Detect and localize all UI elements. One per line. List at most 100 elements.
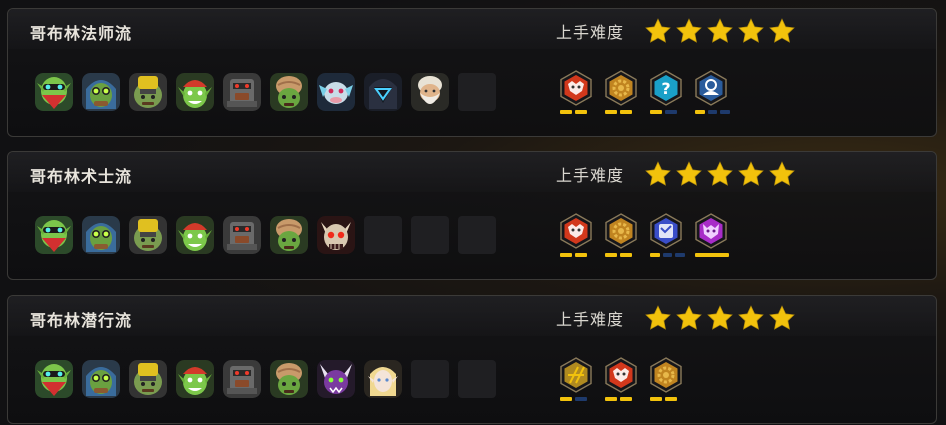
hero-portrait-goblin-helmet[interactable] [129,360,167,398]
hero-portrait-ice-dragon[interactable] [317,73,355,111]
trait-gear-trait[interactable] [602,212,640,257]
trait-goblin-trait[interactable] [557,69,595,114]
hero-portrait-goblin-helmet[interactable] [129,216,167,254]
hero-portrait-horned-skull[interactable] [317,216,355,254]
warlock-trait-icon [650,213,682,249]
trait-gear-trait[interactable] [647,356,685,401]
goblin-trait-icon [605,357,637,393]
trait-level-bar [560,397,572,401]
trait-level-bars [602,253,640,257]
hero-portrait-purple-beast[interactable] [317,360,355,398]
trait-level-bar [662,253,673,257]
difficulty-label: 上手难度 [556,23,625,42]
trait-warlock-trait[interactable] [647,212,686,257]
trait-level-bars [647,397,685,401]
hero-portrait-blonde-elf[interactable] [364,360,402,398]
empty-hero-slot [411,216,449,254]
star-icon [676,161,702,186]
trait-level-bars [557,397,595,401]
hero-lineup [35,73,496,111]
hero-portrait-goblin-bandana[interactable] [35,216,73,254]
star-icon [645,161,671,186]
comp-title: 哥布林法师流 [30,24,133,43]
trait-level-bars [647,110,685,114]
hero-portrait-goblin-bandana[interactable] [35,360,73,398]
star-icon [707,305,733,330]
trait-level-bar [665,397,677,401]
hero-portrait-goblin-helmet[interactable] [129,73,167,111]
hero-portrait-goblin-mech[interactable] [223,216,261,254]
trait-level-bar [605,253,617,257]
trait-level-bar [560,253,572,257]
trait-level-bar [575,110,587,114]
empty-hero-slot [411,360,449,398]
hero-portrait-goblin-goggles-hood[interactable] [82,73,120,111]
hero-lineup [35,216,496,254]
hero-portrait-goblin-turban[interactable] [270,360,308,398]
assassin-trait-icon [560,357,592,393]
trait-level-bar [650,397,662,401]
trait-level-bar [605,110,617,114]
star-icon [645,18,671,43]
trait-level-bars [692,110,731,114]
trait-synergies [557,212,730,257]
gear-trait-icon [605,70,637,106]
difficulty-stars [644,17,796,45]
trait-level-bars [647,253,686,257]
gear-trait-icon [650,357,682,393]
hero-portrait-goblin-red-cap[interactable] [176,73,214,111]
gear-trait-icon [605,213,637,249]
mage-trait-icon [695,70,727,106]
star-icon [738,305,764,330]
trait-synergies: ? [557,69,731,114]
trait-goblin-trait[interactable] [557,212,595,257]
hero-portrait-goblin-turban[interactable] [270,216,308,254]
trait-level-bar [620,253,632,257]
hero-portrait-goblin-mech[interactable] [223,360,261,398]
star-icon [769,161,795,186]
hero-portrait-goblin-mech[interactable] [223,73,261,111]
trait-level-bar [695,110,705,114]
trait-level-bar [650,253,660,257]
trait-goblin-trait[interactable] [602,356,640,401]
trait-mage-trait[interactable] [692,69,731,114]
star-icon [676,305,702,330]
trait-level-bar [605,397,617,401]
star-icon [645,305,671,330]
trait-level-bars [557,253,595,257]
panel-header [8,152,936,192]
hero-portrait-hooded-mask[interactable] [364,73,402,111]
hero-portrait-sage-elder[interactable] [411,73,449,111]
trait-assassin-trait[interactable] [557,356,595,401]
hero-portrait-goblin-turban[interactable] [270,73,308,111]
goblin-trait-icon [560,213,592,249]
trait-level-bar [650,110,662,114]
comp-title: 哥布林术士流 [30,167,133,186]
trait-level-bar [575,397,587,401]
hero-portrait-goblin-bandana[interactable] [35,73,73,111]
star-icon [707,18,733,43]
svg-text:?: ? [661,79,670,98]
difficulty-stars [644,160,796,188]
trait-level-bar [665,110,677,114]
empty-hero-slot [458,73,496,111]
star-icon [707,161,733,186]
hero-lineup [35,360,496,398]
panel-header [8,9,936,49]
demon-trait-icon [695,213,727,249]
trait-synergies [557,356,685,401]
trait-gear-trait[interactable] [602,69,640,114]
comp-panel-warlock[interactable]: 哥布林术士流 上手难度 [7,151,937,280]
difficulty-stars [644,304,796,332]
hero-portrait-goblin-red-cap[interactable] [176,360,214,398]
comp-panel-mage[interactable]: 哥布林法师流 上手难度 ? [7,8,937,137]
hero-portrait-goblin-goggles-hood[interactable] [82,360,120,398]
hero-portrait-goblin-red-cap[interactable] [176,216,214,254]
empty-hero-slot [364,216,402,254]
star-icon [769,18,795,43]
hero-portrait-goblin-goggles-hood[interactable] [82,216,120,254]
star-icon [738,161,764,186]
comp-panel-stealth[interactable]: 哥布林潜行流 上手难度 [7,295,937,424]
trait-demon-trait[interactable] [692,212,730,257]
trait-mystic-trait[interactable]: ? [647,69,685,114]
